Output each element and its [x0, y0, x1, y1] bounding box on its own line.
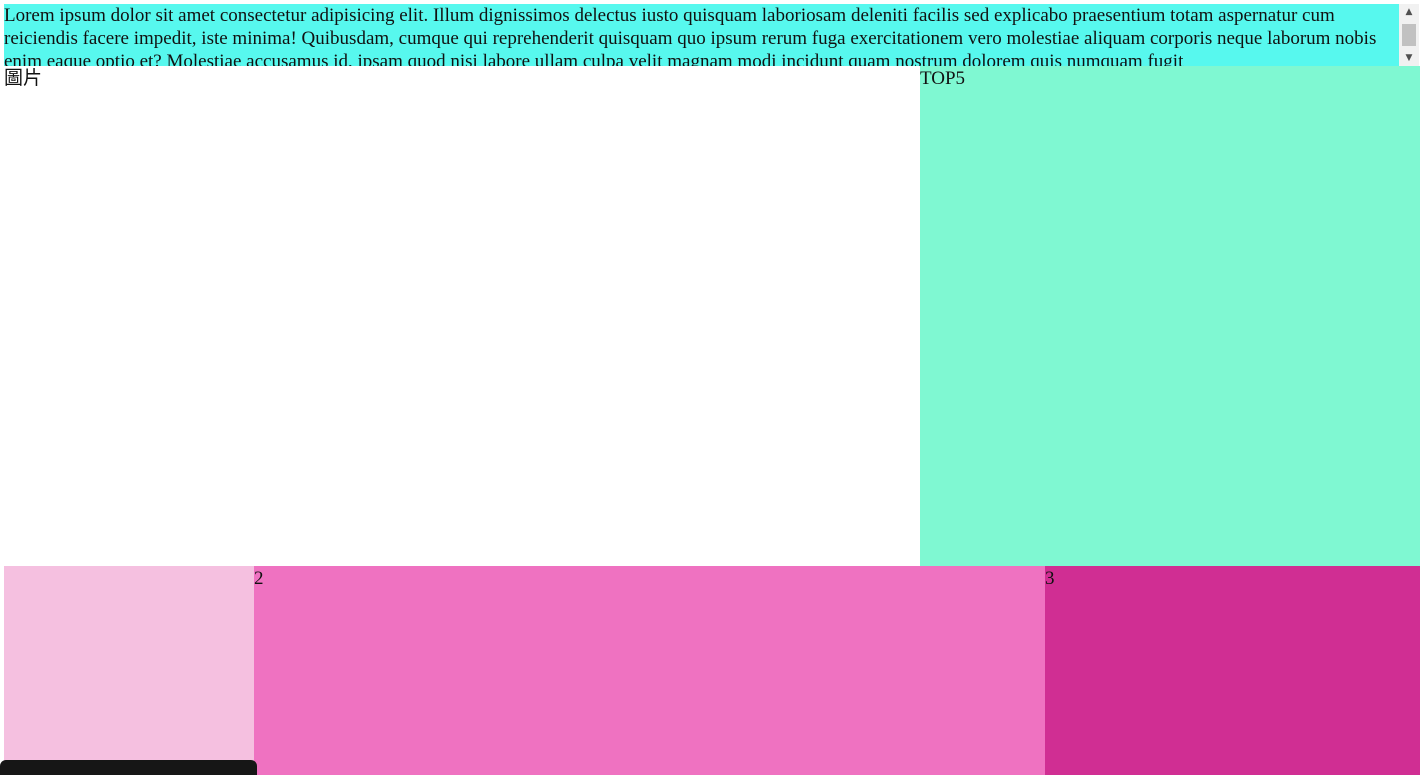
- scrollbar-thumb[interactable]: [1402, 24, 1416, 46]
- card-2: 2: [254, 566, 1045, 775]
- bottom-dark-bar: [0, 760, 257, 775]
- top5-section: TOP5: [920, 66, 1420, 566]
- top5-label: TOP5: [920, 68, 966, 89]
- vertical-scrollbar[interactable]: ▲ ▼: [1399, 4, 1419, 66]
- image-section: 圖片: [4, 66, 920, 566]
- scroll-down-arrow-icon[interactable]: ▼: [1399, 50, 1419, 66]
- image-label: 圖片: [4, 68, 43, 89]
- scrollable-text-box[interactable]: Lorem ipsum dolor sit amet consectetur a…: [4, 4, 1419, 66]
- lorem-text: Lorem ipsum dolor sit amet consectetur a…: [4, 5, 1377, 66]
- scroll-up-arrow-icon[interactable]: ▲: [1399, 4, 1419, 20]
- page: Lorem ipsum dolor sit amet consectetur a…: [0, 0, 1423, 775]
- card-2-label: 2: [254, 568, 264, 589]
- card-3: 3: [1045, 566, 1420, 775]
- card-1: [4, 566, 254, 775]
- card-3-label: 3: [1045, 568, 1055, 589]
